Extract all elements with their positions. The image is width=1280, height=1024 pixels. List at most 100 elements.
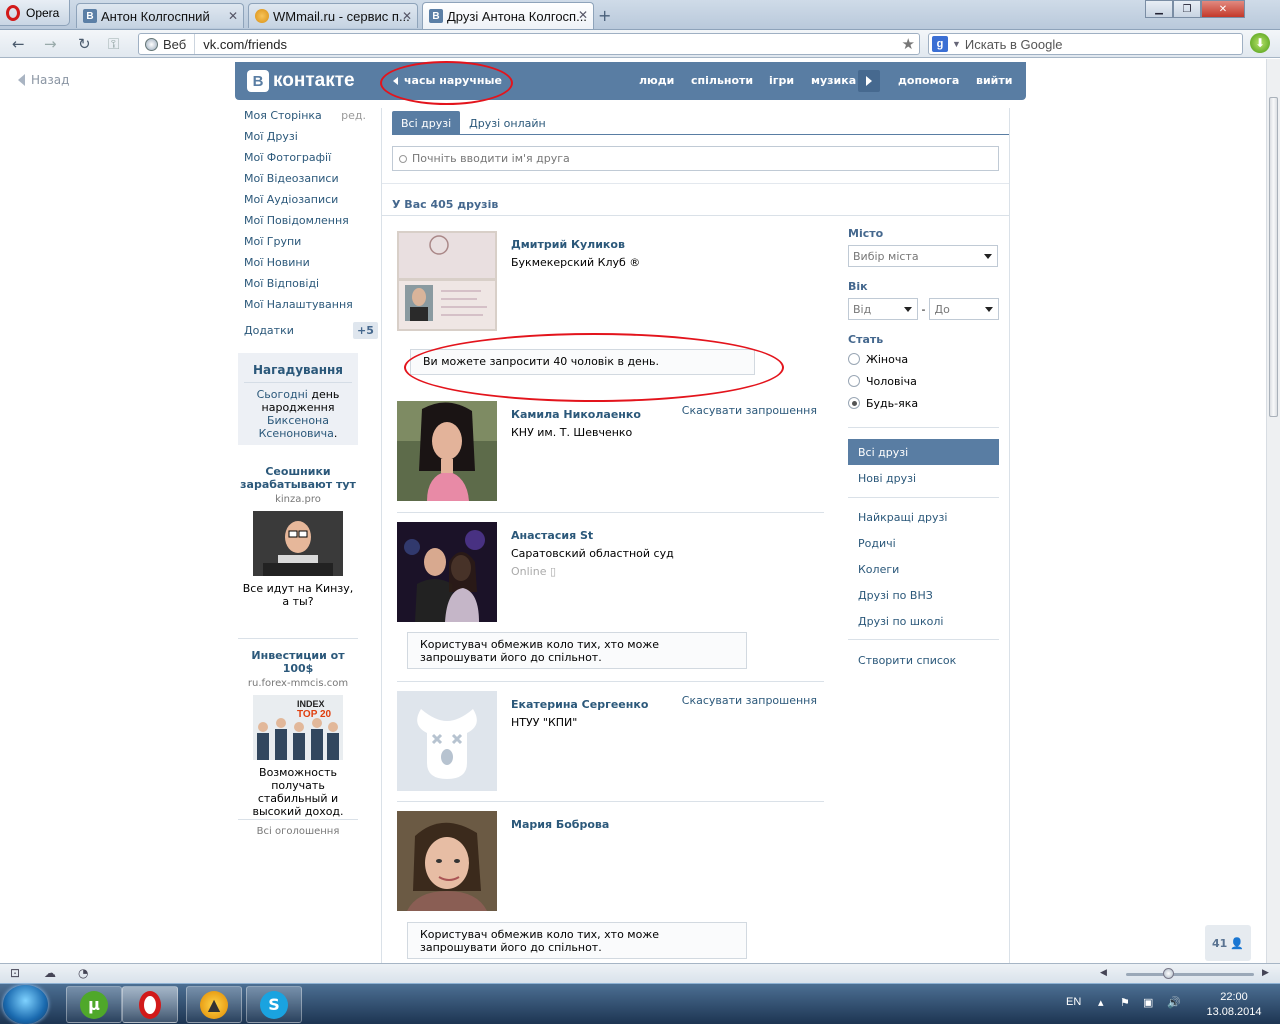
- address-bar[interactable]: Веб vk.com/friends ★: [138, 33, 920, 55]
- nav-help[interactable]: допомога: [898, 74, 959, 87]
- ad-title[interactable]: Сеошники зарабатывают тут: [238, 465, 358, 491]
- ad-image[interactable]: [253, 511, 343, 576]
- menu-audio[interactable]: Мої Аудіозаписи: [244, 193, 374, 214]
- key-icon[interactable]: ⚿: [108, 35, 119, 53]
- restore-icon[interactable]: ❐: [1173, 0, 1201, 18]
- nav-games[interactable]: ігри: [769, 74, 794, 87]
- all-ads-link[interactable]: Всі оголошення: [238, 826, 358, 837]
- friend-name[interactable]: Дмитрий Куликов: [511, 238, 625, 251]
- online-counter-button[interactable]: 41 👤: [1205, 925, 1251, 961]
- menu-colleagues[interactable]: Колеги: [848, 556, 999, 582]
- nav-people[interactable]: люди: [639, 74, 674, 87]
- menu-messages[interactable]: Мої Повідомлення: [244, 214, 374, 235]
- close-tab-icon[interactable]: ✕: [228, 9, 238, 23]
- opera-menu-button[interactable]: Opera: [0, 0, 70, 26]
- close-window-icon[interactable]: ✕: [1201, 0, 1245, 18]
- url-text[interactable]: vk.com/friends: [195, 37, 287, 52]
- radio-male[interactable]: Чоловіча: [848, 370, 999, 392]
- tab-friends[interactable]: B Друзі Антона Колгосп... ✕: [422, 2, 594, 29]
- nav-logout[interactable]: вийти: [976, 74, 1012, 87]
- radio-any[interactable]: Будь-яка: [848, 392, 999, 414]
- friend-photo[interactable]: [397, 401, 497, 501]
- ad-block[interactable]: Инвестиции от 100$ ru.forex-mmcis.com IN…: [238, 649, 358, 818]
- reminder-name-link[interactable]: Биксенона Ксеноновича: [259, 414, 334, 440]
- ad-image[interactable]: INDEX TOP 20: [253, 695, 343, 760]
- menu-school-friends[interactable]: Друзі по школі: [848, 608, 999, 634]
- taskbar-aimp[interactable]: ▲: [186, 986, 242, 1023]
- friend-photo[interactable]: [397, 811, 497, 911]
- friend-name[interactable]: Анастасия St: [511, 529, 593, 542]
- back-arrow-icon[interactable]: ←: [12, 35, 25, 53]
- network-icon[interactable]: ▣: [1143, 996, 1153, 1009]
- friend-photo[interactable]: [397, 522, 497, 622]
- friend-name[interactable]: Мария Боброва: [511, 818, 609, 831]
- menu-best-friends[interactable]: Найкращі друзі: [848, 504, 999, 530]
- download-icon[interactable]: ⬇: [1250, 33, 1270, 53]
- speed-dial-icon[interactable]: ◔: [78, 966, 88, 980]
- edit-link[interactable]: ред.: [341, 109, 366, 122]
- chevron-down-icon[interactable]: ▼: [952, 39, 961, 49]
- create-list-link[interactable]: Створити список: [848, 647, 999, 673]
- reminder-today-link[interactable]: Сьогодні: [257, 388, 308, 401]
- ad-block[interactable]: Сеошники зарабатывают тут kinza.pro Все …: [238, 465, 358, 608]
- cloud-icon[interactable]: ☁: [44, 966, 56, 980]
- menu-groups[interactable]: Мої Групи: [244, 235, 374, 256]
- menu-friends[interactable]: Мої Друзі: [244, 130, 374, 151]
- scrollbar-thumb[interactable]: [1269, 97, 1278, 417]
- menu-photos[interactable]: Мої Фотографії: [244, 151, 374, 172]
- bookmark-star-icon[interactable]: ★: [902, 35, 915, 53]
- page-scrollbar[interactable]: [1266, 59, 1280, 963]
- reload-icon[interactable]: ↻: [78, 35, 91, 53]
- ad-title[interactable]: Инвестиции от 100$: [238, 649, 358, 675]
- menu-all-friends[interactable]: Всі друзі: [848, 439, 999, 465]
- tab-all-friends[interactable]: Всі друзі: [392, 111, 461, 134]
- nav-communities[interactable]: спільноти: [691, 74, 753, 87]
- reminder-title[interactable]: Нагадування: [238, 363, 358, 377]
- minimize-icon[interactable]: ▁: [1145, 0, 1173, 18]
- zoom-in-icon[interactable]: ▶: [1262, 968, 1269, 978]
- vk-logo[interactable]: В контакте: [247, 70, 355, 92]
- start-button[interactable]: [3, 985, 48, 1024]
- taskbar-utorrent[interactable]: µ: [66, 986, 122, 1023]
- menu-relatives[interactable]: Родичі: [848, 530, 999, 556]
- friend-name[interactable]: Камила Николаенко: [511, 408, 641, 421]
- tab-wmmail[interactable]: WMmail.ru - сервис п... ✕: [248, 3, 418, 28]
- menu-new-friends[interactable]: Нові друзі: [848, 465, 999, 491]
- menu-apps[interactable]: Додатки +5: [244, 322, 378, 339]
- language-indicator[interactable]: EN: [1066, 996, 1081, 1008]
- panel-toggle-icon[interactable]: ⊡: [10, 966, 20, 980]
- friend-photo[interactable]: [397, 691, 497, 791]
- friend-photo[interactable]: [397, 231, 497, 331]
- zoom-slider-knob[interactable]: [1163, 968, 1174, 979]
- taskbar-skype[interactable]: S: [246, 986, 302, 1023]
- menu-answers[interactable]: Мої Відповіді: [244, 277, 374, 298]
- friend-name[interactable]: Екатерина Сергеенко: [511, 698, 648, 711]
- back-link[interactable]: Назад: [18, 73, 69, 87]
- tab-anton[interactable]: B Антон Колгоспний ✕: [76, 3, 244, 28]
- radio-female[interactable]: Жіноча: [848, 348, 999, 370]
- zoom-out-icon[interactable]: ◀: [1100, 968, 1107, 978]
- search-field[interactable]: g ▼ Искать в Google: [928, 33, 1243, 55]
- cancel-invite-link[interactable]: Скасувати запрошення: [682, 694, 817, 707]
- taskbar-opera[interactable]: [122, 986, 178, 1023]
- menu-university-friends[interactable]: Друзі по ВНЗ: [848, 582, 999, 608]
- close-tab-icon[interactable]: ✕: [402, 9, 412, 23]
- menu-my-page[interactable]: Моя Сторінка ред.: [244, 109, 374, 130]
- system-clock[interactable]: 22:00 13.08.2014: [1195, 990, 1273, 1020]
- action-center-flag-icon[interactable]: ⚑: [1120, 996, 1130, 1009]
- menu-videos[interactable]: Мої Відеозаписи: [244, 172, 374, 193]
- cancel-invite-link[interactable]: Скасувати запрошення: [682, 404, 817, 417]
- age-from-select[interactable]: Від: [848, 298, 918, 320]
- forward-arrow-icon[interactable]: →: [44, 35, 57, 53]
- menu-settings[interactable]: Мої Налаштування: [244, 298, 374, 319]
- zoom-slider[interactable]: [1126, 968, 1254, 979]
- city-select[interactable]: Вибір міста: [848, 245, 998, 267]
- new-tab-icon[interactable]: +: [598, 6, 611, 25]
- play-icon[interactable]: [858, 70, 880, 92]
- menu-news[interactable]: Мої Новини: [244, 256, 374, 277]
- volume-icon[interactable]: 🔊: [1167, 996, 1181, 1009]
- close-tab-icon[interactable]: ✕: [578, 8, 588, 22]
- age-to-select[interactable]: До: [929, 298, 999, 320]
- tray-arrow-icon[interactable]: ▴: [1098, 996, 1104, 1009]
- nav-music[interactable]: музика: [811, 74, 856, 87]
